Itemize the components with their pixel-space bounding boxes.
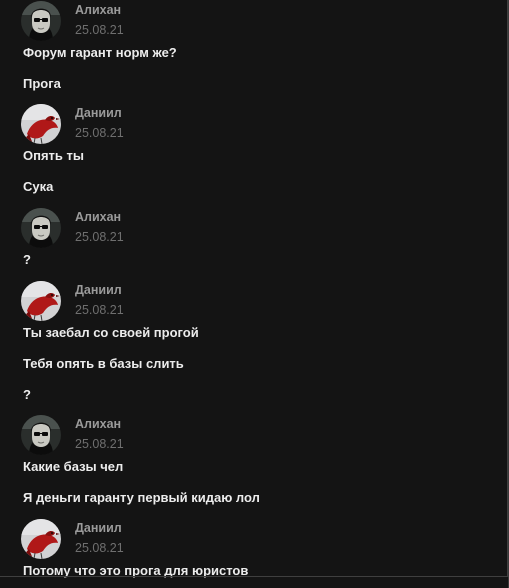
- message-text: ?: [23, 252, 31, 267]
- avatar[interactable]: [21, 519, 61, 559]
- message-text: Какие базы чел: [23, 459, 124, 474]
- message-text: ?: [23, 387, 31, 402]
- red-bird-avatar-icon: [21, 519, 61, 559]
- message-timestamp: 25.08.21: [75, 230, 124, 244]
- message-text: Форум гарант норм же?: [23, 45, 177, 60]
- person-avatar-icon: [21, 208, 61, 248]
- author-name[interactable]: Даниил: [75, 283, 122, 297]
- message-text: Я деньги гаранту первый кидаю лол: [23, 490, 260, 505]
- message-timestamp: 25.08.21: [75, 437, 124, 451]
- message-timestamp: 25.08.21: [75, 541, 124, 555]
- avatar[interactable]: [21, 208, 61, 248]
- person-avatar-icon: [21, 415, 61, 455]
- message-timestamp: 25.08.21: [75, 126, 124, 140]
- avatar[interactable]: [21, 104, 61, 144]
- red-bird-avatar-icon: [21, 281, 61, 321]
- person-avatar-icon: [21, 1, 61, 41]
- right-divider: [507, 0, 508, 577]
- chat-view: Алихан 25.08.21 Форум гарант норм же? Пр…: [0, 0, 509, 588]
- message-text: Сука: [23, 179, 54, 194]
- author-name[interactable]: Даниил: [75, 106, 122, 120]
- avatar[interactable]: [21, 1, 61, 41]
- message-timestamp: 25.08.21: [75, 23, 124, 37]
- avatar[interactable]: [21, 281, 61, 321]
- message-text: Опять ты: [23, 148, 84, 163]
- message-text: Прога: [23, 76, 61, 91]
- author-name[interactable]: Алихан: [75, 417, 121, 431]
- message-text: Ты заебал со своей прогой: [23, 325, 199, 340]
- author-name[interactable]: Алихан: [75, 210, 121, 224]
- message-text: Тебя опять в базы слить: [23, 356, 184, 371]
- avatar[interactable]: [21, 415, 61, 455]
- author-name[interactable]: Алихан: [75, 3, 121, 17]
- message-timestamp: 25.08.21: [75, 303, 124, 317]
- bottom-divider: [0, 576, 509, 577]
- author-name[interactable]: Даниил: [75, 521, 122, 535]
- red-bird-avatar-icon: [21, 104, 61, 144]
